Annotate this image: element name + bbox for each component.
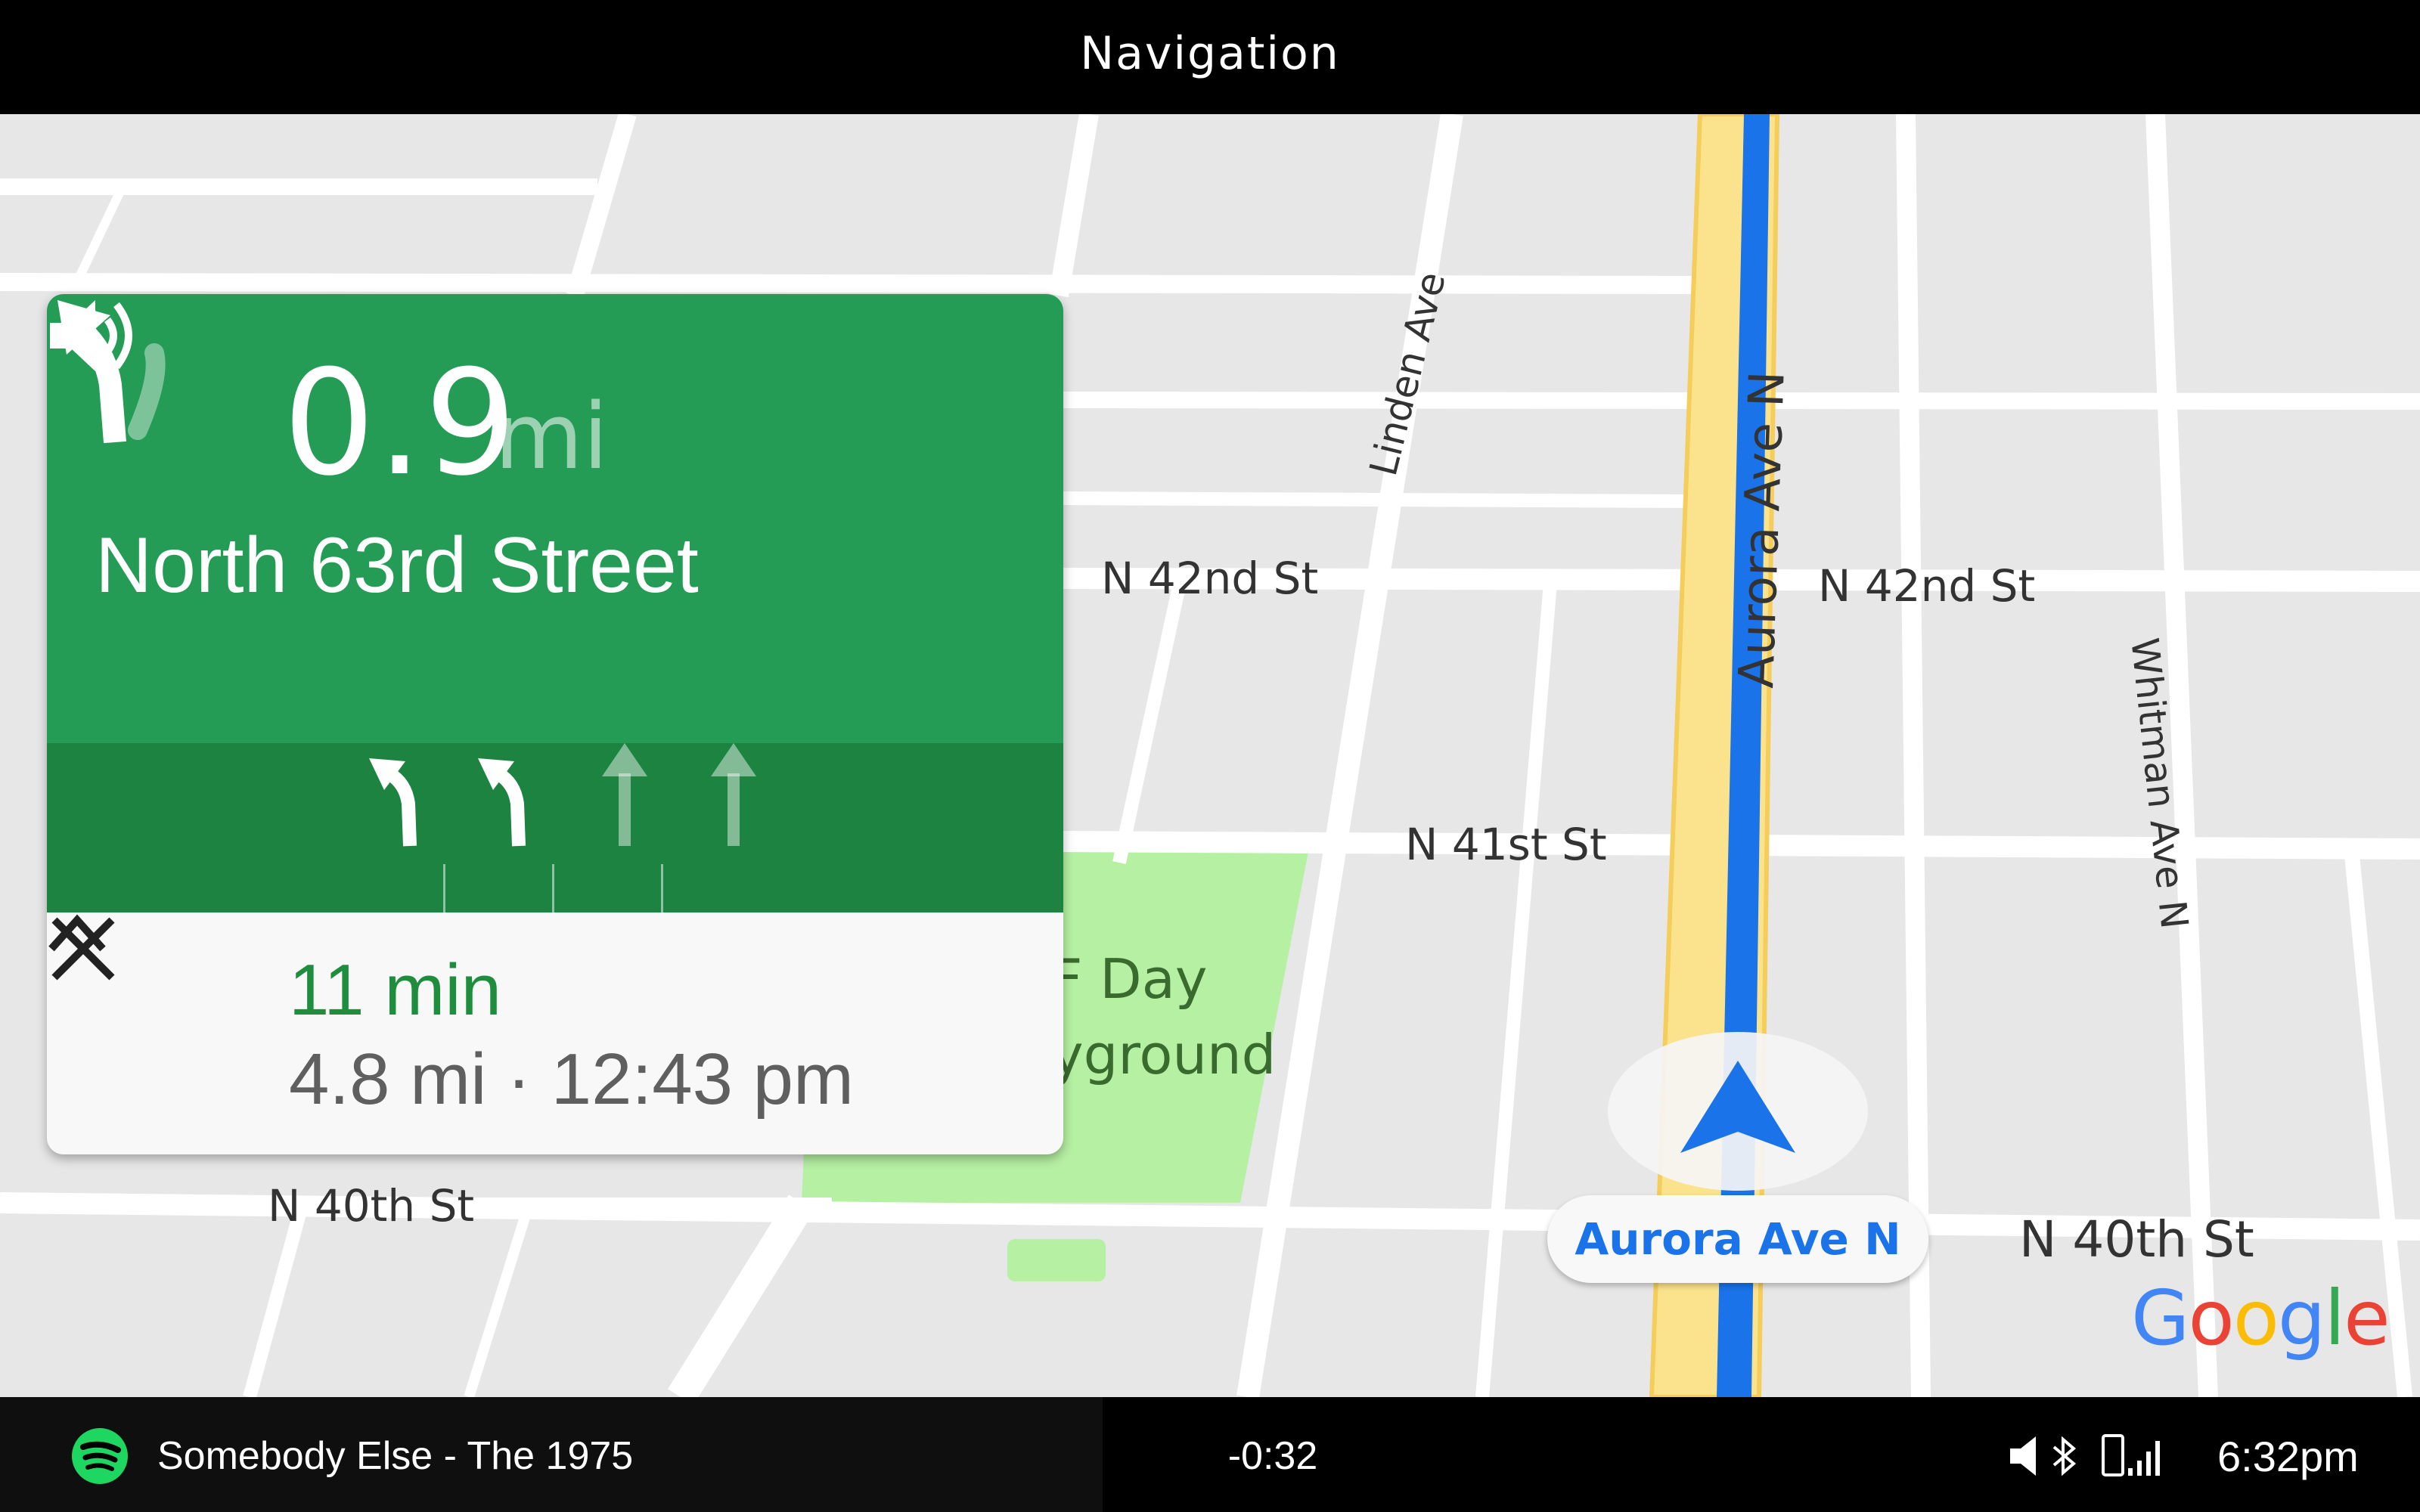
google-attribution: Google xyxy=(2131,1274,2391,1362)
page-title: Navigation xyxy=(1080,27,1340,80)
turn-left-lane-icon xyxy=(478,758,526,847)
straight-lane-icon xyxy=(602,743,647,846)
park-label-line-2: yground xyxy=(1051,1023,1277,1086)
street-name: North 63rd Street xyxy=(95,522,699,609)
distance-value: 0.9 xyxy=(283,339,519,508)
lane-divider xyxy=(552,864,554,912)
google-letter-4: g xyxy=(2277,1274,2326,1362)
park-label: F Day yground xyxy=(1051,941,1276,1092)
map-view[interactable]: Linden Ave Aurora Ave N N 42nd St N 42nd… xyxy=(0,114,2420,1397)
street-label-aurora: Aurora Ave N xyxy=(1729,370,1796,689)
eta-detail: 4.8 mi · 12:43 pm xyxy=(289,1039,854,1120)
google-letter-1: G xyxy=(2131,1274,2189,1362)
street-label-n40-left: N 40th St xyxy=(268,1180,475,1232)
status-bar: Somebody Else - The 1975 -0:32 6:32pm xyxy=(0,1397,2420,1512)
street-label-n40-right: N 40th St xyxy=(2019,1210,2254,1269)
lane-divider xyxy=(661,864,663,912)
track-title: Somebody Else - The 1975 xyxy=(157,1434,634,1478)
mute-icon xyxy=(2010,1436,2036,1476)
eta-panel[interactable]: 11 min 4.8 mi · 12:43 pm xyxy=(47,912,1063,1154)
top-bar: Navigation xyxy=(0,0,2420,114)
phone-icon xyxy=(2102,1434,2124,1476)
direction-card[interactable]: 0.9 mi North 63rd Street 11 min 4.8 mi ·… xyxy=(47,294,1063,1154)
google-letter-5: l xyxy=(2324,1274,2345,1362)
lane-divider xyxy=(443,864,445,912)
current-road-label: Aurora Ave N xyxy=(1547,1195,1928,1283)
distance-unit: mi xyxy=(495,385,609,490)
clock: 6:32pm xyxy=(2217,1433,2359,1480)
sound-icon[interactable] xyxy=(47,294,138,377)
media-player[interactable]: Somebody Else - The 1975 xyxy=(0,1397,1103,1512)
park-label-line-1: F Day xyxy=(1051,947,1208,1011)
street-label-n42-right: N 42nd St xyxy=(1818,560,2036,612)
playback-time: -0:32 xyxy=(1103,1397,1443,1512)
navigation-arrow-icon xyxy=(1680,1061,1795,1153)
next-turn-panel[interactable]: 0.9 mi North 63rd Street xyxy=(47,294,1063,743)
google-letter-2: o xyxy=(2188,1274,2235,1362)
chevron-up-icon[interactable] xyxy=(47,912,107,955)
google-letter-6: e xyxy=(2344,1274,2391,1362)
lane-guidance xyxy=(47,743,1063,912)
street-label-n41: N 41st St xyxy=(1405,819,1607,870)
system-status: 6:32pm xyxy=(1443,1397,2420,1512)
bluetooth-icon xyxy=(2052,1436,2077,1476)
park-area-small xyxy=(1007,1239,1106,1281)
turn-left-lane-icon xyxy=(369,758,417,847)
google-letter-3: o xyxy=(2232,1274,2279,1362)
eta-time: 11 min xyxy=(289,950,502,1030)
time-remaining: -0:32 xyxy=(1227,1434,1318,1478)
straight-lane-icon xyxy=(711,743,756,846)
spotify-icon[interactable] xyxy=(71,1427,129,1485)
current-location-marker xyxy=(1608,1032,1868,1191)
street-label-n42-left: N 42nd St xyxy=(1101,553,1319,604)
signal-icon xyxy=(2128,1441,2160,1476)
